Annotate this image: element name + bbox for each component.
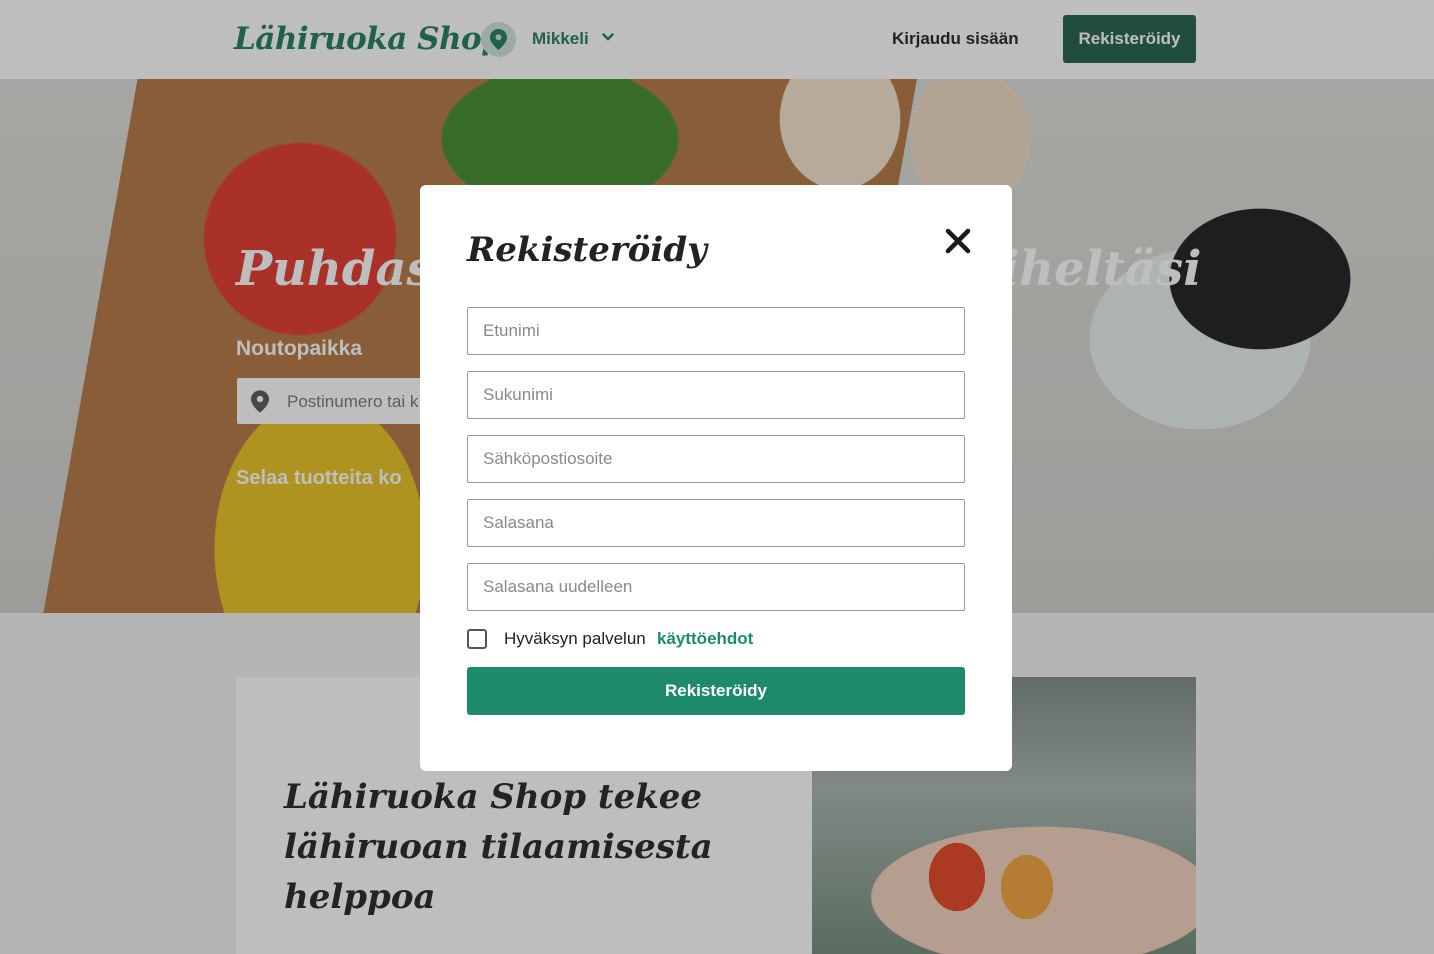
close-icon[interactable] [944,227,972,255]
last-name-field[interactable] [467,371,965,419]
terms-label: Hyväksyn palvelun [504,629,646,648]
email-field[interactable] [467,435,965,483]
submit-register-button[interactable]: Rekisteröidy [467,667,965,715]
register-modal: Rekisteröidy Hyväksyn palvelun käyttöehd… [420,185,1012,771]
password-field[interactable] [467,499,965,547]
password-again-field[interactable] [467,563,965,611]
first-name-field[interactable] [467,307,965,355]
terms-checkbox[interactable] [467,629,487,649]
modal-title: Rekisteröidy [467,230,707,270]
terms-link[interactable]: käyttöehdot [657,628,753,650]
